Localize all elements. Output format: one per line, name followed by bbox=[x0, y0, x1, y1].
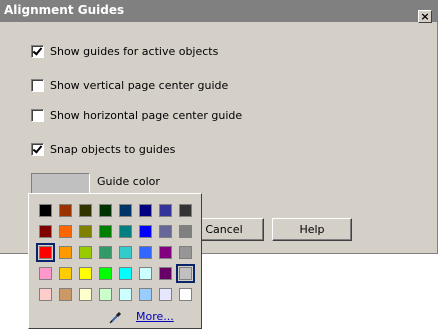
palette-swatch[interactable] bbox=[176, 264, 195, 283]
checkbox-show-guides-active[interactable] bbox=[31, 45, 44, 58]
palette-swatch[interactable] bbox=[119, 246, 132, 259]
guide-color-label: Guide color bbox=[97, 175, 160, 188]
palette-swatch[interactable] bbox=[99, 204, 112, 217]
checkbox-label: Show horizontal page center guide bbox=[50, 109, 243, 122]
palette-swatch[interactable] bbox=[119, 204, 132, 217]
palette-swatch[interactable] bbox=[36, 243, 55, 262]
palette-swatch[interactable] bbox=[79, 288, 92, 301]
palette-swatch[interactable] bbox=[159, 225, 172, 238]
palette-swatch[interactable] bbox=[139, 204, 152, 217]
color-palette-popup: More... bbox=[28, 193, 202, 329]
close-button[interactable]: × bbox=[418, 10, 432, 23]
checkbox-label: Show vertical page center guide bbox=[50, 79, 229, 92]
palette-swatch[interactable] bbox=[79, 204, 92, 217]
palette-swatch[interactable] bbox=[39, 288, 52, 301]
checkbox-label: Show guides for active objects bbox=[50, 45, 219, 58]
palette-swatch[interactable] bbox=[179, 204, 192, 217]
palette-swatch[interactable] bbox=[59, 267, 72, 280]
palette-swatch[interactable] bbox=[99, 225, 112, 238]
palette-swatch[interactable] bbox=[59, 246, 72, 259]
palette-swatch[interactable] bbox=[99, 288, 112, 301]
dialog-title: Alignment Guides bbox=[4, 3, 125, 17]
palette-swatch[interactable] bbox=[119, 288, 132, 301]
palette-swatch[interactable] bbox=[59, 288, 72, 301]
guide-color-button[interactable] bbox=[31, 173, 90, 194]
title-bar: Alignment Guides bbox=[0, 0, 438, 22]
palette-swatch[interactable] bbox=[59, 204, 72, 217]
checkbox-snap-to-guides[interactable] bbox=[31, 143, 44, 156]
palette-swatch[interactable] bbox=[159, 204, 172, 217]
palette-swatch[interactable] bbox=[119, 267, 132, 280]
palette-swatch[interactable] bbox=[79, 246, 92, 259]
palette-swatch[interactable] bbox=[179, 225, 192, 238]
checkbox-label: Snap objects to guides bbox=[50, 143, 176, 156]
palette-swatch[interactable] bbox=[139, 267, 152, 280]
palette-swatch[interactable] bbox=[139, 288, 152, 301]
palette-swatch[interactable] bbox=[39, 267, 52, 280]
checkbox-horizontal-center[interactable] bbox=[31, 109, 44, 122]
checkbox-vertical-center[interactable] bbox=[31, 79, 44, 92]
palette-swatch[interactable] bbox=[159, 267, 172, 280]
palette-swatch[interactable] bbox=[159, 246, 172, 259]
palette-swatch[interactable] bbox=[119, 225, 132, 238]
palette-swatch[interactable] bbox=[39, 225, 52, 238]
more-colors-row[interactable]: More... bbox=[109, 309, 189, 325]
palette-swatch[interactable] bbox=[99, 267, 112, 280]
palette-swatch[interactable] bbox=[39, 204, 52, 217]
palette-swatch[interactable] bbox=[179, 288, 192, 301]
palette-swatch[interactable] bbox=[139, 225, 152, 238]
palette-swatch[interactable] bbox=[99, 246, 112, 259]
eyedropper-icon bbox=[109, 311, 122, 324]
palette-swatch[interactable] bbox=[79, 225, 92, 238]
palette-swatch[interactable] bbox=[159, 288, 172, 301]
palette-swatch[interactable] bbox=[59, 225, 72, 238]
more-colors-link[interactable]: More... bbox=[136, 310, 174, 323]
palette-swatch[interactable] bbox=[139, 246, 152, 259]
palette-swatch[interactable] bbox=[179, 246, 192, 259]
palette-swatch[interactable] bbox=[79, 267, 92, 280]
help-button[interactable]: Help bbox=[272, 218, 352, 241]
